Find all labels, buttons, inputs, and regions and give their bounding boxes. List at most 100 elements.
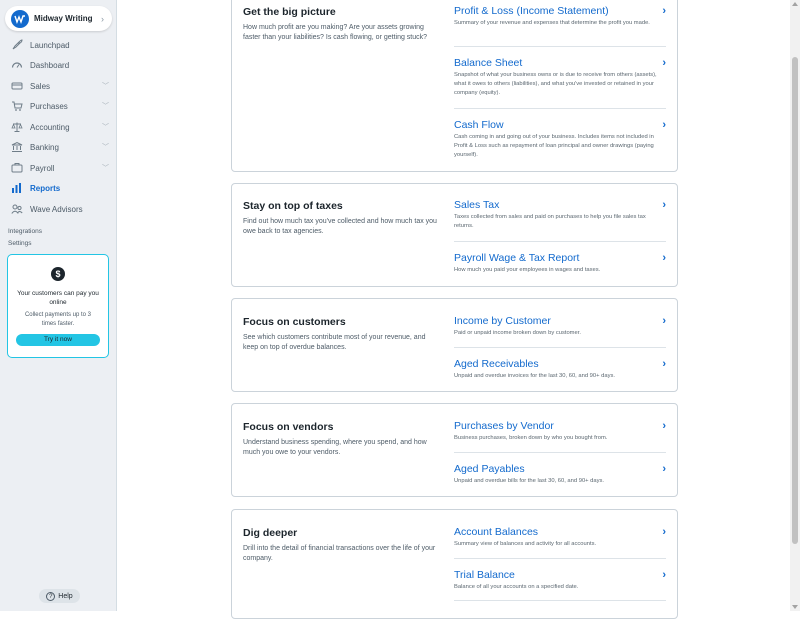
report-description: Summary view of balances and activity fo… — [454, 541, 597, 547]
chevron-down-icon: ﹀ — [102, 124, 109, 131]
report-description: Cash coming in and going out of your bus… — [454, 134, 654, 158]
bar-chart-icon — [10, 181, 24, 195]
business-switcher[interactable]: Midway Writing › — [5, 6, 112, 31]
advisors-icon — [10, 202, 24, 216]
nav-dashboard[interactable]: Dashboard — [0, 55, 117, 75]
nav-purchases[interactable]: Purchases ﹀ — [0, 96, 117, 116]
section-big-picture: Get the big picture How much profit are … — [231, 0, 678, 172]
wave-logo-icon — [11, 9, 29, 28]
report-title: Income by Customer — [454, 315, 551, 327]
section-taxes: Stay on top of taxes Find out how much t… — [231, 183, 678, 287]
settings-link[interactable]: Settings — [8, 240, 32, 247]
chevron-right-icon: › — [662, 57, 666, 69]
report-title: Balance Sheet — [454, 57, 523, 69]
nav-label: Purchases — [30, 101, 68, 111]
report-description: How much you paid your employees in wage… — [454, 267, 601, 273]
chevron-right-icon: › — [662, 569, 666, 581]
chevron-right-icon: › — [101, 13, 104, 24]
report-title: Cash Flow — [454, 119, 504, 131]
dashboard-icon — [10, 58, 24, 72]
section-title: Focus on customers — [243, 316, 346, 328]
chevron-right-icon: › — [662, 315, 666, 327]
scrollbar[interactable] — [790, 0, 800, 611]
section-description: Understand business spending, where you … — [243, 439, 427, 456]
nav-label: Accounting — [30, 122, 70, 132]
report-title: Purchases by Vendor — [454, 420, 554, 432]
chevron-right-icon: › — [662, 119, 666, 131]
report-title: Profit & Loss (Income Statement) — [454, 5, 609, 17]
promo-subtitle: Collect payments up to 3 times faster. — [24, 312, 92, 327]
report-sales-tax[interactable]: Sales Tax Taxes collected from sales and… — [454, 199, 666, 231]
report-cash-flow[interactable]: Cash Flow Cash coming in and going out o… — [454, 119, 666, 160]
rocket-icon — [10, 38, 24, 52]
help-label: Help — [58, 592, 73, 600]
chevron-right-icon: › — [662, 463, 666, 475]
divider — [454, 347, 666, 348]
scroll-up-arrow-icon[interactable] — [792, 2, 798, 6]
nav-label: Wave Advisors — [30, 204, 83, 214]
section-description: How much profit are you making? Are your… — [243, 24, 428, 41]
divider — [454, 558, 666, 559]
chevron-right-icon: › — [662, 420, 666, 432]
section-vendors: Focus on vendors Understand business spe… — [231, 403, 678, 497]
scroll-thumb[interactable] — [792, 57, 798, 544]
divider — [454, 241, 666, 242]
report-description: Unpaid and overdue bills for the last 30… — [454, 478, 605, 484]
report-aged-payables[interactable]: Aged Payables Unpaid and overdue bills f… — [454, 463, 666, 486]
chevron-right-icon: › — [662, 526, 666, 538]
report-description: Taxes collected from sales and paid on p… — [454, 214, 646, 229]
report-title: Account Balances — [454, 526, 539, 538]
sales-icon — [10, 79, 24, 93]
report-description: Paid or unpaid income broken down by cus… — [454, 330, 581, 336]
payments-promo-card: $ Your customers can pay you online Coll… — [7, 254, 109, 358]
report-income-by-customer[interactable]: Income by Customer Paid or unpaid income… — [454, 315, 666, 338]
report-trial-balance[interactable]: Trial Balance Balance of all your accoun… — [454, 569, 666, 592]
section-title: Focus on vendors — [243, 421, 334, 433]
chevron-right-icon: › — [662, 252, 666, 264]
report-purchases-by-vendor[interactable]: Purchases by Vendor Business purchases, … — [454, 420, 666, 443]
section-title: Get the big picture — [243, 6, 336, 18]
report-aged-receivables[interactable]: Aged Receivables Unpaid and overdue invo… — [454, 358, 666, 381]
payroll-icon — [10, 161, 24, 175]
nav-label: Banking — [30, 142, 59, 152]
report-title: Payroll Wage & Tax Report — [454, 252, 580, 264]
section-title: Dig deeper — [243, 527, 298, 539]
report-description: Snapshot of what your business owns or i… — [454, 72, 657, 96]
integrations-link[interactable]: Integrations — [8, 228, 42, 235]
nav-payroll[interactable]: Payroll ﹀ — [0, 158, 117, 178]
section-title: Stay on top of taxes — [243, 200, 343, 212]
nav-label: Sales — [30, 81, 51, 91]
chevron-down-icon: ﹀ — [102, 103, 109, 110]
help-button[interactable]: ? Help — [39, 589, 80, 603]
report-balance-sheet[interactable]: Balance Sheet Snapshot of what your busi… — [454, 57, 666, 98]
cart-icon — [10, 99, 24, 113]
chevron-down-icon: ﹀ — [102, 165, 109, 172]
promo-title: Your customers can pay you online — [17, 290, 99, 306]
nav-wave-advisors[interactable]: Wave Advisors — [0, 199, 117, 219]
report-payroll-wage-tax[interactable]: Payroll Wage & Tax Report How much you p… — [454, 252, 666, 275]
report-profit-loss[interactable]: Profit & Loss (Income Statement) Summary… — [454, 5, 666, 28]
nav-label: Reports — [30, 183, 61, 193]
dollar-icon: $ — [51, 267, 65, 281]
nav-reports[interactable]: Reports — [0, 178, 117, 198]
question-icon: ? — [46, 591, 56, 601]
report-title: Trial Balance — [454, 569, 515, 581]
scroll-down-arrow-icon[interactable] — [792, 605, 798, 609]
divider — [454, 46, 666, 47]
section-customers: Focus on customers See which customers c… — [231, 298, 678, 392]
report-account-balances[interactable]: Account Balances Summary view of balance… — [454, 526, 666, 549]
nav-label: Launchpad — [30, 40, 70, 50]
nav-accounting[interactable]: Accounting ﹀ — [0, 117, 117, 137]
try-it-now-button[interactable]: Try it now — [16, 334, 100, 346]
nav-banking[interactable]: Banking ﹀ — [0, 137, 117, 157]
section-description: Drill into the detail of financial trans… — [243, 545, 436, 562]
scale-icon — [10, 120, 24, 134]
chevron-down-icon: ﹀ — [102, 83, 109, 90]
section-description: See which customers contribute most of y… — [243, 334, 426, 351]
report-description: Balance of all your accounts on a specif… — [454, 584, 579, 590]
divider — [454, 600, 666, 601]
nav-label: Payroll — [30, 163, 55, 173]
nav-launchpad[interactable]: Launchpad — [0, 35, 117, 55]
nav-sales[interactable]: Sales ﹀ — [0, 76, 117, 96]
report-title: Sales Tax — [454, 199, 500, 211]
